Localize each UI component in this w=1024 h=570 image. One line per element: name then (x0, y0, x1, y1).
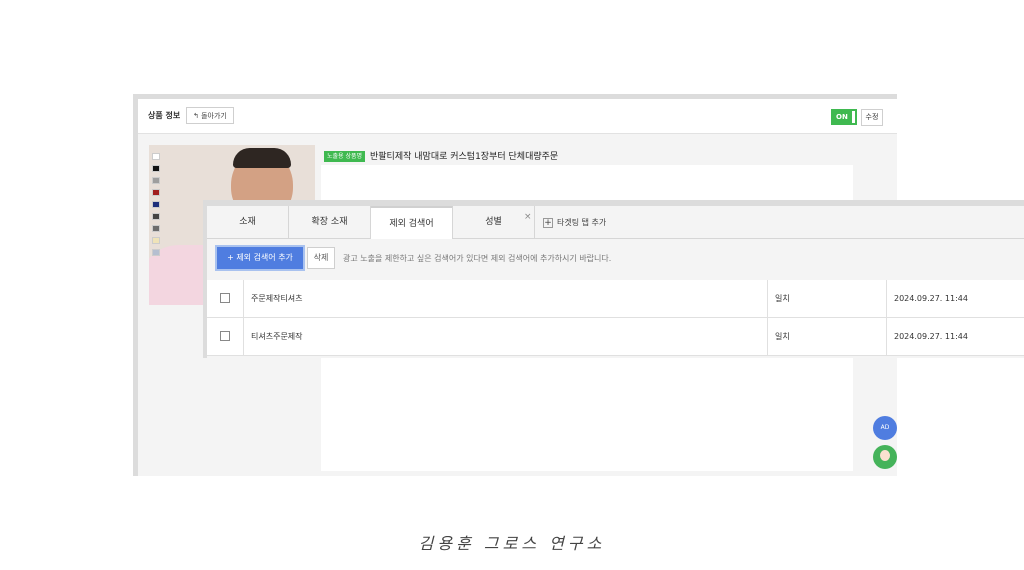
color-swatch[interactable] (152, 249, 160, 256)
support-avatar-button[interactable] (873, 445, 897, 469)
tab-extended-material[interactable]: 확장 소재 (289, 206, 371, 238)
row-checkbox[interactable] (220, 331, 230, 341)
table-row: 주문제작티셔츠 일치 2024.09.27. 11:44 (207, 280, 1024, 318)
color-swatch[interactable] (152, 165, 160, 172)
person-icon (880, 450, 890, 461)
back-button-label: 돌아가기 (201, 112, 227, 120)
column-divider (243, 318, 244, 355)
keyword-panel: 소재 확장 소재 제외 검색어 성별 × + 타겟팅 탭 추가 + 제외 검색어 … (203, 200, 1024, 358)
add-keyword-label: 제외 검색어 추가 (236, 253, 293, 262)
color-swatch[interactable] (152, 189, 160, 196)
tab-bar: 소재 확장 소재 제외 검색어 성별 × + 타겟팅 탭 추가 (207, 206, 1024, 239)
add-targeting-tab-button[interactable]: + 타겟팅 탭 추가 (543, 217, 606, 228)
ad-chart-icon: AD (880, 424, 890, 431)
color-swatch[interactable] (152, 213, 160, 220)
table-row: 티셔츠주문제작 일치 2024.09.27. 11:44 (207, 318, 1024, 356)
color-swatch[interactable] (152, 237, 160, 244)
match-type-cell: 일치 (775, 294, 790, 303)
on-off-toggle[interactable]: ON (831, 109, 857, 125)
close-tab-icon[interactable]: × (524, 212, 532, 222)
keyword-cell: 티셔츠주문제작 (251, 332, 303, 341)
plus-icon: + (543, 217, 553, 228)
column-divider (886, 280, 887, 317)
delete-button[interactable]: 삭제 (307, 247, 335, 269)
product-info-header: 상품 정보 ↰ 돌아가기 ON 수정 (138, 99, 897, 134)
column-divider (886, 318, 887, 355)
keyword-panel-body: 소재 확장 소재 제외 검색어 성별 × + 타겟팅 탭 추가 + 제외 검색어 … (207, 206, 1024, 358)
match-type-cell: 일치 (775, 332, 790, 341)
color-swatch[interactable] (152, 177, 160, 184)
tab-gender[interactable]: 성별 (453, 206, 535, 238)
color-swatch-list (152, 153, 162, 261)
edit-button[interactable]: 수정 (861, 109, 883, 126)
hint-text: 광고 노출을 제한하고 싶은 검색어가 있다면 제외 검색어에 추가하시기 바랍… (343, 254, 612, 263)
add-tab-label: 타겟팅 탭 추가 (557, 218, 607, 227)
keyword-toolbar: + 제외 검색어 추가 삭제 광고 노출을 제한하고 싶은 검색어가 있다면 제… (207, 239, 1024, 279)
exposure-name-badge: 노출용 상품명 (324, 151, 366, 162)
column-divider (767, 318, 768, 355)
panel-title: 상품 정보 (148, 111, 181, 120)
row-checkbox[interactable] (220, 293, 230, 303)
plus-icon: + (227, 253, 237, 262)
color-swatch[interactable] (152, 153, 160, 160)
back-button[interactable]: ↰ 돌아가기 (186, 107, 234, 124)
signature-caption: 김용훈 그로스 연구소 (418, 534, 606, 553)
tab-negative-keywords[interactable]: 제외 검색어 (371, 206, 453, 239)
back-arrow-icon: ↰ (193, 112, 202, 120)
ad-fab-button[interactable]: AD (873, 416, 897, 440)
tab-material[interactable]: 소재 (207, 206, 289, 238)
date-cell: 2024.09.27. 11:44 (894, 294, 968, 303)
color-swatch[interactable] (152, 201, 160, 208)
product-name: 반팔티제작 내맘대로 커스텀1장부터 단체대량주문 (370, 152, 559, 162)
column-divider (243, 280, 244, 317)
date-cell: 2024.09.27. 11:44 (894, 332, 968, 341)
keyword-cell: 주문제작티셔츠 (251, 294, 303, 303)
column-divider (767, 280, 768, 317)
keyword-table: 주문제작티셔츠 일치 2024.09.27. 11:44 티셔츠주문제작 일치 … (207, 280, 1024, 356)
photo-hair (233, 148, 291, 168)
add-negative-keyword-button[interactable]: + 제외 검색어 추가 (217, 247, 303, 269)
color-swatch[interactable] (152, 225, 160, 232)
